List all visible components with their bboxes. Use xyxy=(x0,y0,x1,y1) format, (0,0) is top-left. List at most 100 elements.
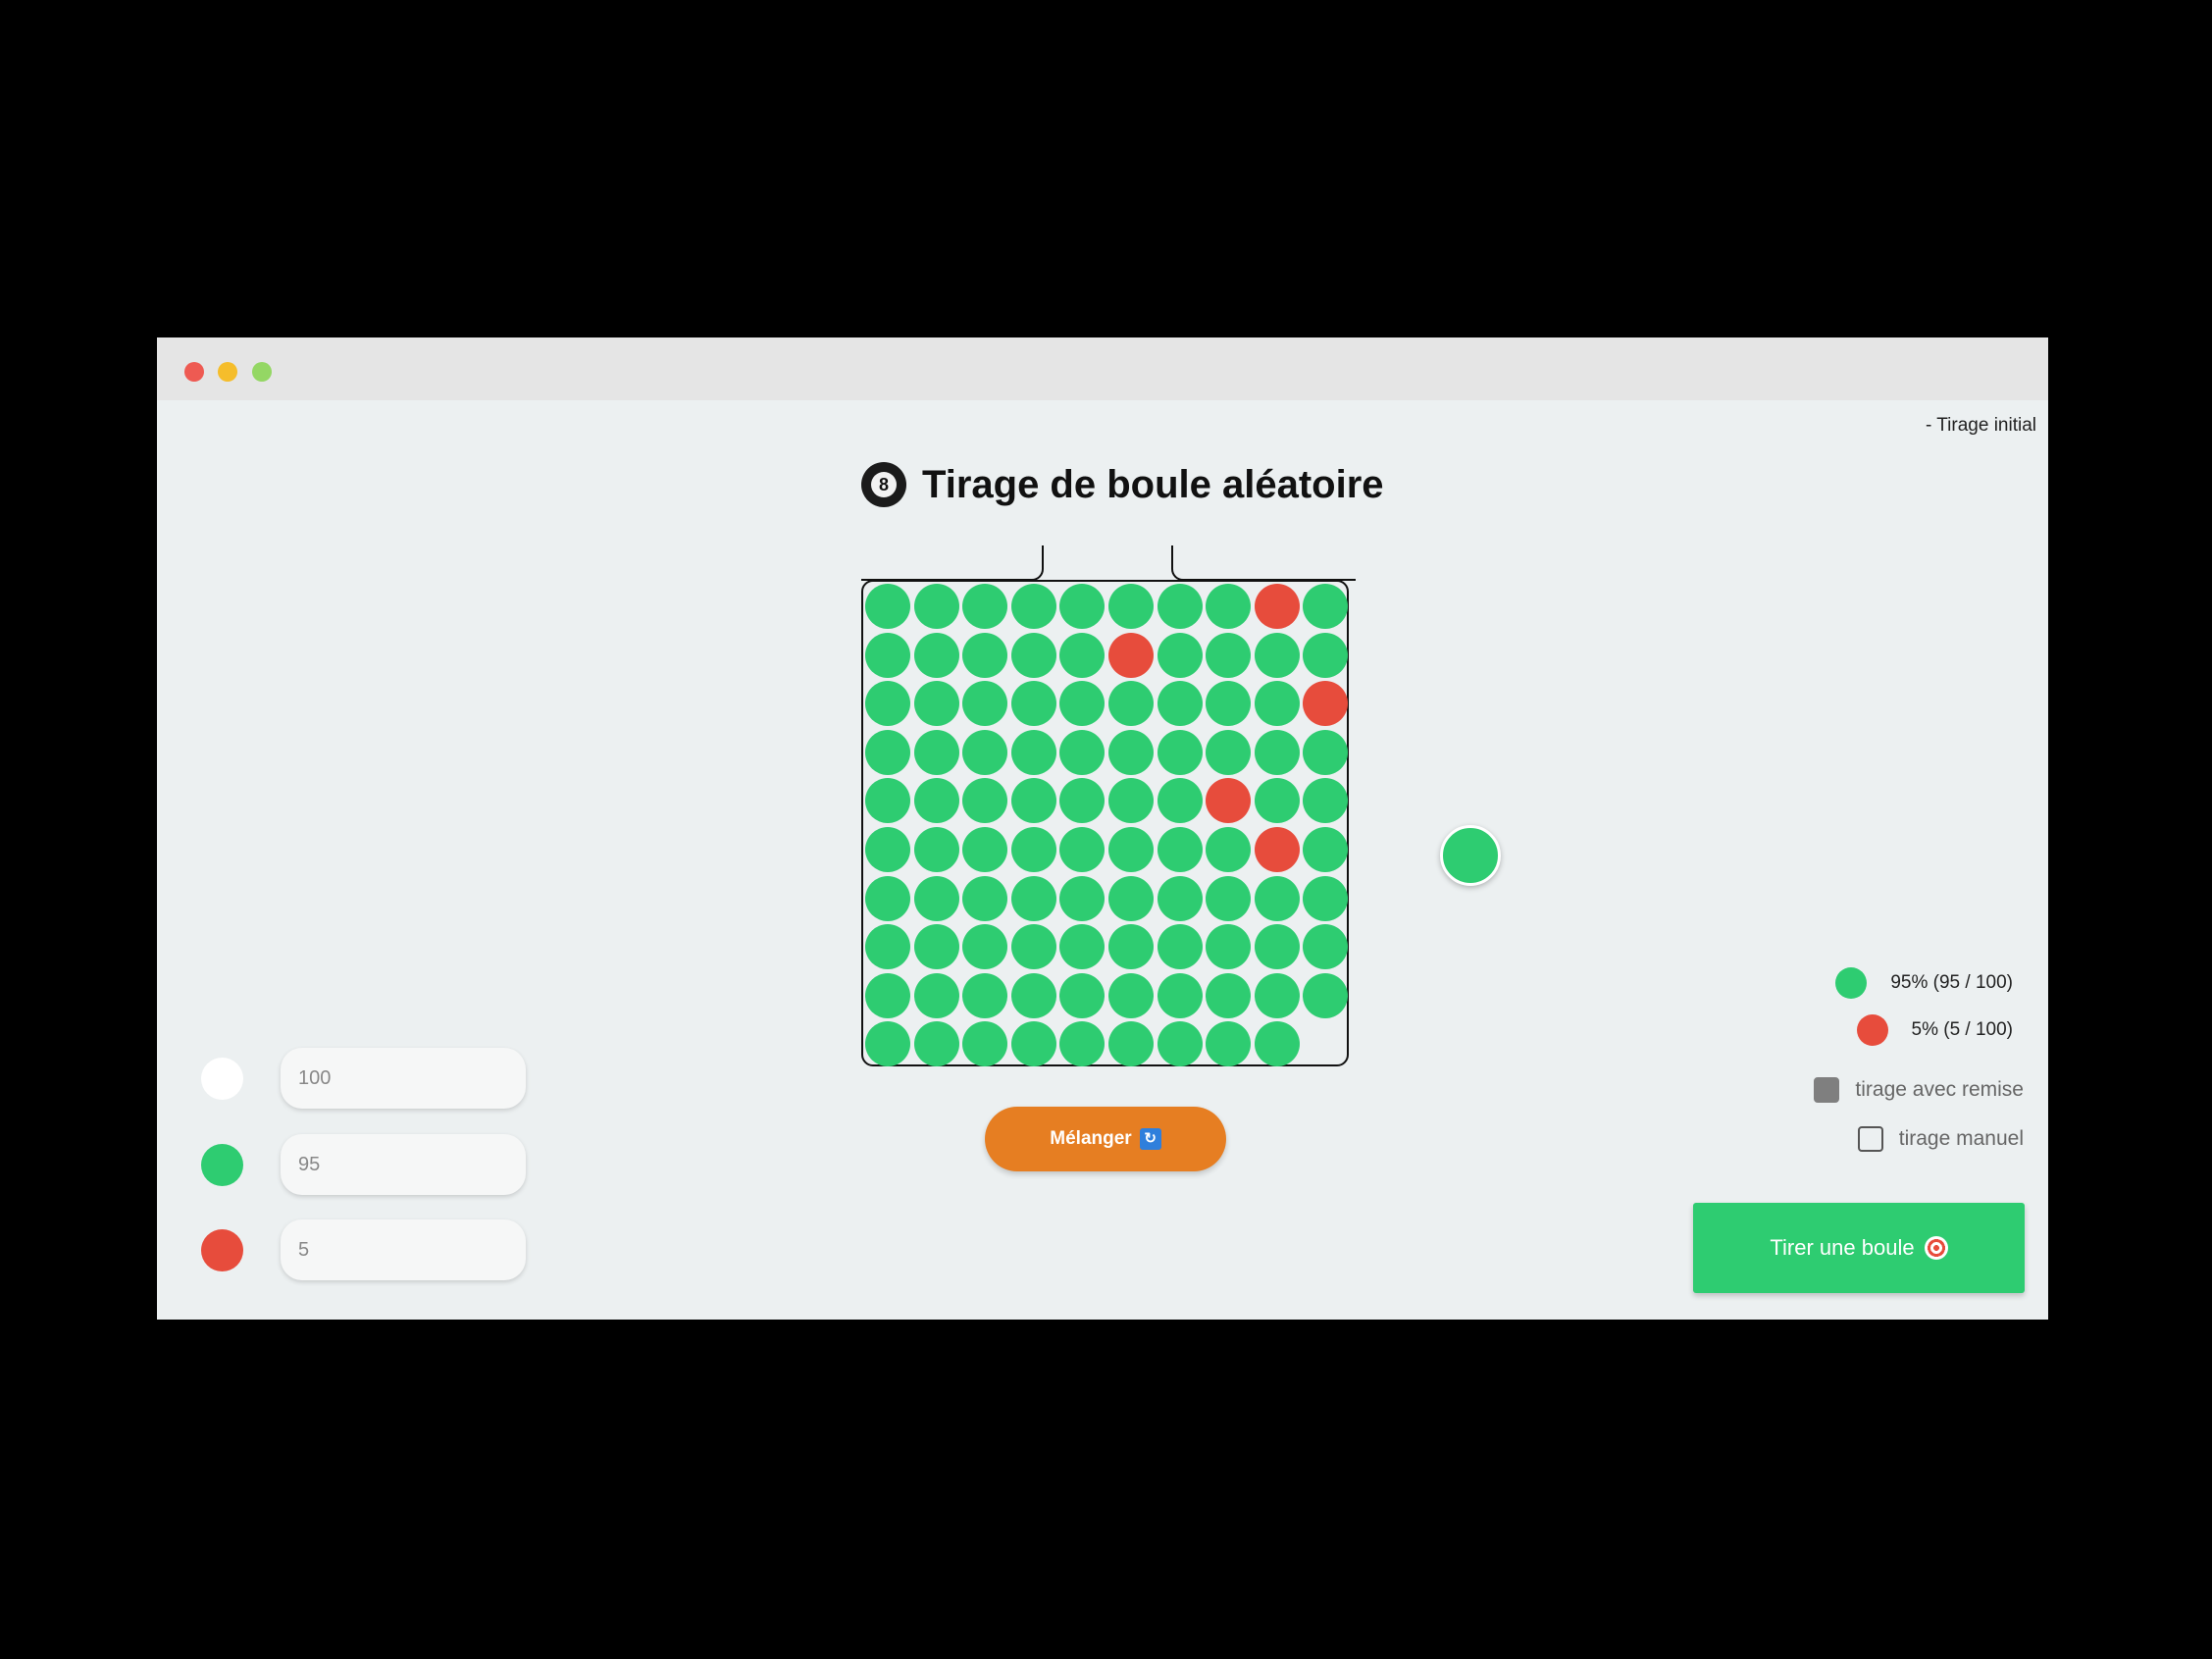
green-ball xyxy=(962,924,1008,970)
red-ball xyxy=(1108,632,1154,678)
green-ball xyxy=(962,875,1008,921)
green-ball xyxy=(1254,632,1300,678)
green-ball xyxy=(913,827,959,872)
green-ball xyxy=(1108,681,1154,727)
green-ball xyxy=(1059,584,1106,629)
green-ball xyxy=(1157,681,1203,727)
green-ball xyxy=(1059,681,1106,727)
green-ball xyxy=(1303,729,1349,775)
green-ball xyxy=(1157,584,1203,629)
option-label: tirage avec remise xyxy=(1855,1078,2024,1101)
green-ball xyxy=(865,729,910,775)
green-ball xyxy=(1010,1021,1056,1067)
green-ball xyxy=(913,778,959,824)
close-window-button[interactable] xyxy=(184,362,204,382)
option-label: tirage manuel xyxy=(1898,1127,2024,1150)
green-ball xyxy=(1206,729,1252,775)
green-ball xyxy=(962,827,1008,872)
green-ball xyxy=(1108,875,1154,921)
shuffle-button-label: Mélanger xyxy=(1050,1128,1132,1149)
green-ball xyxy=(1303,875,1349,921)
green-ball xyxy=(1157,729,1203,775)
minimize-window-button[interactable] xyxy=(218,362,237,382)
green-ball xyxy=(962,778,1008,824)
green-ball xyxy=(865,778,910,824)
green-ball xyxy=(865,924,910,970)
green-ball xyxy=(1010,681,1056,727)
green-ball xyxy=(1059,827,1106,872)
red-count-input[interactable] xyxy=(281,1219,526,1280)
green-ball xyxy=(1010,632,1056,678)
green-ball xyxy=(865,632,910,678)
shuffle-button[interactable]: Mélanger ↻ xyxy=(985,1107,1226,1171)
green-ball xyxy=(962,1021,1008,1067)
input-row-total xyxy=(201,1048,526,1109)
green-ball xyxy=(1254,1021,1300,1067)
option-with-replacement[interactable]: tirage avec remise xyxy=(1814,1077,2024,1103)
title-bar xyxy=(157,337,2048,400)
green-ball xyxy=(865,875,910,921)
green-ball xyxy=(1010,924,1056,970)
red-ball-swatch xyxy=(201,1228,243,1271)
green-ball xyxy=(962,584,1008,629)
green-ball xyxy=(1157,778,1203,824)
stat-row-red: 5% (5 / 100) xyxy=(1856,1014,2014,1046)
green-ball xyxy=(865,681,910,727)
draw-ball-button-label: Tirer une boule xyxy=(1770,1235,1915,1260)
green-ball xyxy=(1059,875,1106,921)
urn-container xyxy=(861,580,1349,1067)
with-replacement-checkbox[interactable] xyxy=(1814,1077,1840,1103)
urn-funnel-left xyxy=(861,545,1044,581)
green-count-input[interactable] xyxy=(281,1134,526,1195)
green-ball xyxy=(1303,632,1349,678)
green-ball xyxy=(913,972,959,1018)
green-ball xyxy=(865,1021,910,1067)
green-ball xyxy=(1157,972,1203,1018)
green-ball xyxy=(1157,632,1203,678)
draw-ball-button[interactable]: Tirer une boule xyxy=(1693,1203,2025,1293)
page-title-text: Tirage de boule aléatoire xyxy=(922,462,1384,506)
green-ball xyxy=(1157,875,1203,921)
stat-row-green: 95% (95 / 100) xyxy=(1835,967,2013,999)
manual-draw-checkbox[interactable] xyxy=(1857,1126,1883,1152)
green-ball xyxy=(913,632,959,678)
green-ball xyxy=(1059,778,1106,824)
green-ball xyxy=(1010,972,1056,1018)
green-ball xyxy=(913,875,959,921)
urn-funnel-right xyxy=(1171,545,1356,581)
input-row-green xyxy=(201,1134,526,1195)
green-ball xyxy=(1059,972,1106,1018)
green-ball xyxy=(1254,972,1300,1018)
total-balls-input[interactable] xyxy=(281,1048,526,1109)
green-ball xyxy=(1206,972,1252,1018)
green-ball xyxy=(1108,827,1154,872)
green-ball xyxy=(1010,729,1056,775)
red-ball xyxy=(1303,681,1349,727)
green-ball xyxy=(962,681,1008,727)
green-ball xyxy=(1108,972,1154,1018)
green-ball xyxy=(1108,778,1154,824)
shuffle-icon: ↻ xyxy=(1139,1128,1161,1150)
green-ball xyxy=(962,972,1008,1018)
green-ball xyxy=(1206,681,1252,727)
red-ball xyxy=(1254,584,1300,629)
option-manual-draw[interactable]: tirage manuel xyxy=(1857,1126,2024,1152)
red-ball-swatch xyxy=(1856,1014,1888,1046)
green-ball xyxy=(1254,778,1300,824)
draw-history: - Tirage initial xyxy=(1926,415,2036,436)
input-row-red xyxy=(201,1219,526,1280)
green-ball xyxy=(1254,875,1300,921)
green-ball xyxy=(1059,924,1106,970)
green-ball xyxy=(913,1021,959,1067)
green-ball xyxy=(1254,924,1300,970)
green-ball xyxy=(1303,972,1349,1018)
green-ball-swatch xyxy=(201,1143,243,1186)
green-ball xyxy=(1108,1021,1154,1067)
stat-text: 5% (5 / 100) xyxy=(1911,1019,2014,1040)
green-ball xyxy=(1206,924,1252,970)
maximize-window-button[interactable] xyxy=(252,362,272,382)
green-ball xyxy=(1206,584,1252,629)
green-ball xyxy=(1303,827,1349,872)
green-ball xyxy=(1254,729,1300,775)
stat-text: 95% (95 / 100) xyxy=(1890,972,2013,993)
